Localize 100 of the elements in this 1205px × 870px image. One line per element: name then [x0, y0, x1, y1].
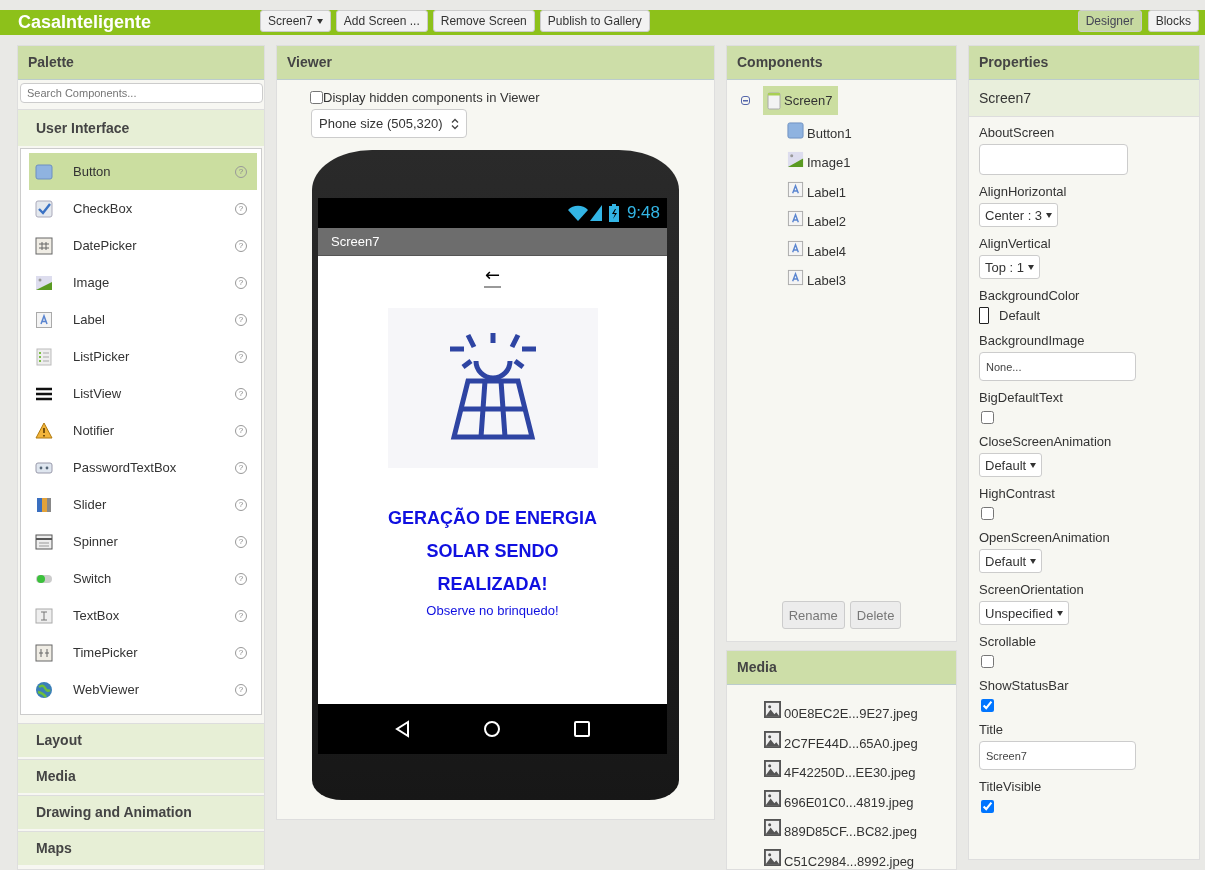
- palette-item[interactable]: TextBox ?: [29, 597, 257, 634]
- collapse-toggle-icon[interactable]: [741, 96, 750, 105]
- category-header[interactable]: Layout: [18, 723, 264, 757]
- mode-tab[interactable]: Blocks: [1147, 10, 1199, 32]
- color-swatch[interactable]: [979, 307, 989, 324]
- palette-item[interactable]: Image ?: [29, 264, 257, 301]
- home-icon[interactable]: [482, 719, 503, 739]
- tree-item[interactable]: Image1: [783, 144, 857, 174]
- tree-item[interactable]: Label3: [783, 262, 853, 292]
- screen-label: GERAÇÃO DE ENERGIA: [388, 506, 597, 530]
- caret-icon: [1030, 462, 1037, 468]
- property-dropdown[interactable]: Top : 1: [979, 255, 1041, 279]
- button-component-icon: [35, 162, 53, 181]
- search-field[interactable]: Search Components...: [20, 83, 263, 103]
- palette-item[interactable]: PasswordTextBox ?: [29, 449, 257, 486]
- media-file[interactable]: C51C2984...8992.jpeg: [764, 839, 956, 869]
- app-title: CasaInteligente: [18, 12, 153, 33]
- size-select[interactable]: Phone size (505,320): [311, 109, 467, 138]
- textbox-component-icon: [35, 606, 53, 625]
- property-dropdown[interactable]: Center : 3: [979, 203, 1059, 227]
- screen-dropdown[interactable]: Screen7: [260, 10, 331, 32]
- mode-tab[interactable]: Designer: [1077, 10, 1142, 32]
- palette-item[interactable]: Slider ?: [29, 486, 257, 523]
- checkbox[interactable]: [981, 507, 994, 520]
- category-header[interactable]: Media: [18, 759, 264, 793]
- property-name: BackgroundColor: [979, 288, 1080, 304]
- toolbar-button[interactable]: Remove Screen: [432, 10, 535, 32]
- screen-label: Observe no brinquedo!: [426, 603, 559, 618]
- component-action-button[interactable]: Rename: [781, 601, 845, 630]
- palette-item[interactable]: Label ?: [29, 301, 257, 338]
- caret-icon: [1028, 264, 1035, 270]
- property-name: BigDefaultText: [979, 390, 1063, 406]
- tree-item[interactable]: Label1: [783, 174, 853, 204]
- text-field[interactable]: Screen7: [979, 741, 1136, 770]
- panel-header: Viewer: [277, 46, 714, 80]
- media-file[interactable]: 00E8EC2E...9E27.jpeg: [764, 691, 956, 722]
- label-component-icon: [35, 310, 53, 329]
- toolbar-button[interactable]: Publish to Gallery: [539, 10, 650, 32]
- palette-item[interactable]: Notifier ?: [29, 412, 257, 449]
- checkbox[interactable]: [981, 800, 994, 813]
- checkbox[interactable]: [981, 699, 994, 712]
- checkbox-label: Display hidden components in Viewer: [323, 90, 540, 105]
- label-component-icon: [787, 210, 804, 227]
- webviewer-component-icon: [35, 680, 53, 699]
- component-action-button[interactable]: Delete: [849, 601, 902, 630]
- text-field[interactable]: [979, 144, 1128, 175]
- category-header[interactable]: Maps: [18, 831, 264, 865]
- checkbox[interactable]: [981, 655, 994, 668]
- image-file-icon: [764, 730, 781, 748]
- property-name: AlignHorizontal: [979, 184, 1067, 200]
- checkbox[interactable]: [981, 411, 994, 424]
- palette-item[interactable]: WebViewer ?: [29, 671, 257, 708]
- text-field[interactable]: None...: [979, 352, 1136, 381]
- tree-item[interactable]: Label2: [783, 203, 853, 233]
- screen-label: SOLAR SENDO: [426, 540, 559, 563]
- palette-item[interactable]: CheckBox ?: [29, 190, 257, 227]
- screen-component-icon: [767, 91, 781, 110]
- category-header[interactable]: User Interface: [18, 109, 264, 146]
- image-component-icon: [787, 151, 804, 168]
- updown-icon: [450, 117, 459, 130]
- palette-item[interactable]: Button ?: [29, 153, 257, 190]
- property-dropdown[interactable]: Unspecified: [979, 601, 1069, 625]
- palette-item[interactable]: ListPicker ?: [29, 338, 257, 375]
- property-dropdown[interactable]: Default: [979, 453, 1043, 477]
- checkbox[interactable]: [310, 91, 323, 104]
- category-header[interactable]: Drawing and Animation: [18, 795, 264, 829]
- screen-title-bar: Screen7: [318, 228, 667, 256]
- property-name: ScreenOrientation: [979, 582, 1084, 598]
- image-file-icon: [764, 849, 781, 866]
- tree-item[interactable]: Screen7: [763, 86, 839, 115]
- property-name: BackgroundImage: [979, 333, 1085, 349]
- color-name: Default: [999, 308, 1041, 323]
- palette-item[interactable]: TimePicker ?: [29, 634, 257, 671]
- caret-icon: [1056, 610, 1063, 616]
- image-file-icon: [764, 789, 781, 807]
- palette-item[interactable]: DatePicker ?: [29, 227, 257, 264]
- media-file[interactable]: 2C7FE44D...65A0.jpeg: [764, 721, 956, 751]
- checkbox-component-icon: [35, 199, 53, 218]
- panel-header: Properties: [969, 46, 1199, 80]
- selected-component-name: Screen7: [969, 80, 1199, 117]
- panel-header: Palette: [18, 46, 264, 80]
- tree-item[interactable]: Label4: [783, 233, 853, 263]
- media-file[interactable]: 4F42250D...EE30.jpeg: [764, 750, 956, 781]
- status-time: 9:48: [626, 203, 660, 223]
- wifi-icon: [567, 205, 588, 221]
- media-file[interactable]: 696E01C0...4819.jpeg: [764, 780, 956, 810]
- media-file[interactable]: 889D85CF...BC82.jpeg: [764, 809, 956, 840]
- property-name: TitleVisible: [979, 779, 1042, 795]
- datepicker-component-icon: [35, 236, 53, 255]
- recent-apps-icon[interactable]: [572, 719, 593, 739]
- image-file-icon: [764, 701, 781, 719]
- property-name: Scrollable: [979, 634, 1037, 650]
- palette-item[interactable]: Spinner ?: [29, 523, 257, 560]
- caret-icon: [316, 18, 323, 24]
- property-dropdown[interactable]: Default: [979, 549, 1043, 573]
- timepicker-component-icon: [35, 643, 53, 662]
- toolbar-button[interactable]: Add Screen ...: [335, 10, 428, 32]
- palette-item[interactable]: Switch ?: [29, 560, 257, 597]
- tree-item[interactable]: Button1: [783, 115, 858, 145]
- palette-item[interactable]: ListView ?: [29, 375, 257, 412]
